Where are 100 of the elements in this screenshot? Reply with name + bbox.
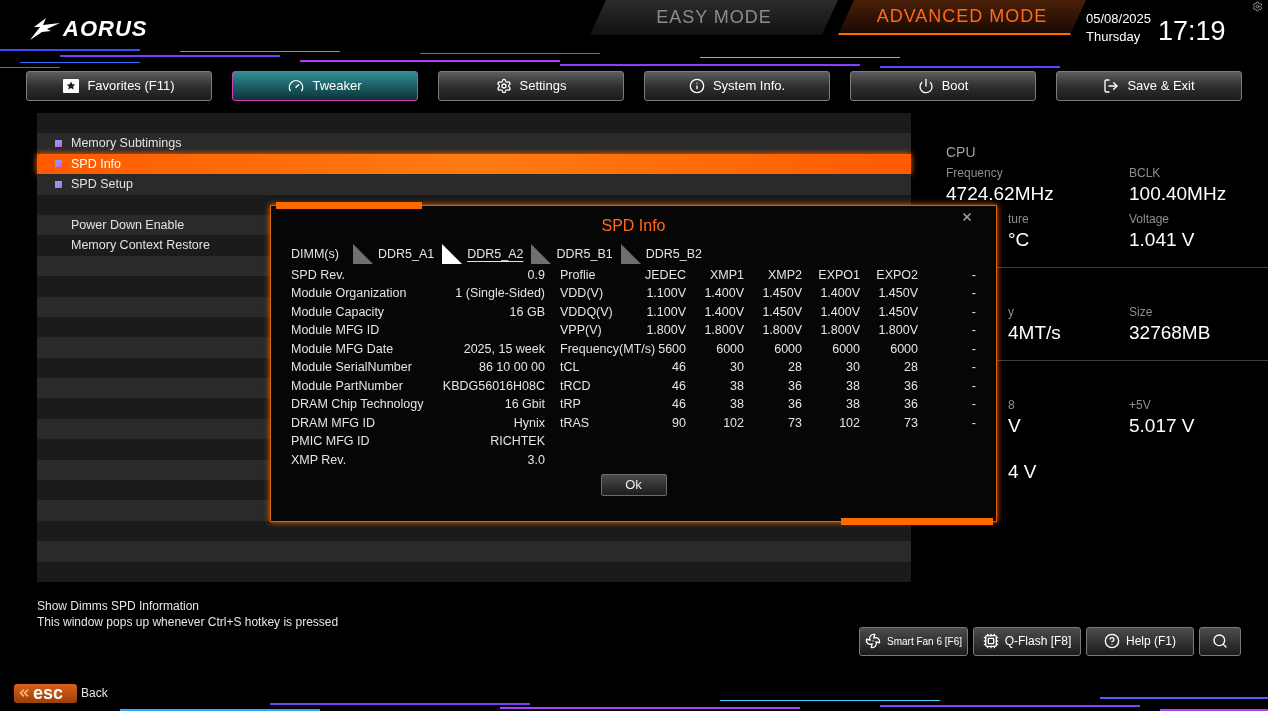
profile-column-header: XMP1 bbox=[709, 266, 744, 284]
monitor-label: Size bbox=[1129, 304, 1153, 320]
settings-icon[interactable] bbox=[1252, 1, 1263, 12]
back-label: Back bbox=[81, 685, 108, 703]
dimm-tab[interactable]: DDR5_A1 bbox=[352, 244, 435, 264]
spec-label: SPD Rev. bbox=[291, 266, 345, 284]
gauge-icon bbox=[288, 78, 305, 94]
profile-value: - bbox=[971, 396, 976, 414]
clock-time: 17:19 bbox=[1158, 16, 1226, 46]
logo-text: AORUS bbox=[63, 18, 148, 40]
spec-label: Module SerialNumber bbox=[291, 359, 412, 377]
mode-tab[interactable]: ADVANCED MODE bbox=[838, 0, 1086, 35]
profile-value: 1.100V bbox=[646, 303, 686, 321]
submenu-item[interactable]: Memory Subtimings bbox=[37, 133, 911, 154]
profile-value: 102 bbox=[839, 414, 860, 432]
spec-label: Module Organization bbox=[291, 285, 407, 303]
bullet-icon bbox=[55, 180, 62, 188]
toolbar-button[interactable]: Q-Flash [F8] bbox=[973, 627, 1081, 656]
close-icon[interactable] bbox=[961, 211, 973, 223]
toolbar-button[interactable]: Smart Fan 6 [F6] bbox=[859, 627, 968, 656]
monitor-label: 8 bbox=[1008, 397, 1015, 413]
profile-value: - bbox=[971, 285, 976, 303]
profile-value: 1.450V bbox=[878, 285, 918, 303]
profile-value: 1.800V bbox=[820, 322, 860, 340]
spec-value: 3.0 bbox=[527, 451, 545, 469]
weekday-text: Thursday bbox=[1086, 28, 1141, 46]
profile-value: 28 bbox=[904, 359, 918, 377]
profile-value: 102 bbox=[723, 414, 744, 432]
monitor-label: BCLK bbox=[1129, 165, 1161, 181]
tab[interactable]: Settings bbox=[438, 71, 624, 101]
tab[interactable]: Tweaker bbox=[232, 71, 418, 101]
date-text: 05/08/2025 bbox=[1086, 10, 1152, 28]
submenu-item[interactable]: SPD Setup bbox=[37, 174, 911, 195]
profile-value: 1.450V bbox=[762, 285, 802, 303]
profile-value: 1.450V bbox=[878, 303, 918, 321]
tab[interactable]: Favorites (F11) bbox=[26, 71, 212, 101]
spec-label: XMP Rev. bbox=[291, 451, 347, 469]
profile-value: 1.800V bbox=[878, 322, 918, 340]
profile-value: 6000 bbox=[716, 340, 744, 358]
profile-row-label: VDDQ(V) bbox=[560, 303, 613, 321]
profile-value: 30 bbox=[730, 359, 744, 377]
profile-value: 38 bbox=[730, 377, 744, 395]
toolbar-button[interactable]: Help (F1) bbox=[1086, 627, 1194, 656]
profile-value: 6000 bbox=[890, 340, 918, 358]
dimm-tab[interactable]: DDR5_B2 bbox=[620, 244, 703, 264]
spec-label: PMIC MFG ID bbox=[291, 433, 370, 451]
monitor-value: 1.041 V bbox=[1129, 229, 1195, 251]
mode-tab[interactable]: EASY MODE bbox=[590, 0, 838, 35]
spec-value: 1 (Single-Sided) bbox=[455, 285, 545, 303]
search-icon bbox=[1212, 633, 1228, 650]
monitor-value: 32768MB bbox=[1129, 322, 1211, 344]
spec-value: Hynix bbox=[513, 414, 545, 432]
profile-value: - bbox=[971, 340, 976, 358]
bullet-icon bbox=[55, 140, 62, 148]
profile-value: 38 bbox=[730, 396, 744, 414]
profile-column-header: - bbox=[971, 266, 976, 284]
profile-row-label: tCL bbox=[560, 359, 580, 377]
spec-label: DRAM MFG ID bbox=[291, 414, 376, 432]
spec-value: 2025, 15 week bbox=[463, 340, 545, 358]
help-icon bbox=[1104, 633, 1120, 650]
setting-item[interactable]: Memory Context Restore bbox=[37, 235, 270, 256]
monitor-value: 5.017 V bbox=[1129, 415, 1195, 437]
spec-value: 16 GB bbox=[509, 303, 545, 321]
profile-value: 90 bbox=[672, 414, 686, 432]
profile-row-label: VPP(V) bbox=[560, 322, 602, 340]
monitor-label: ture bbox=[1008, 211, 1029, 227]
monitor-section-title: CPU bbox=[946, 143, 976, 161]
help-text: This window pops up whenever Ctrl+S hotkey is pressed bbox=[37, 614, 339, 630]
profile-value: 1.400V bbox=[704, 303, 744, 321]
bird-logo-icon bbox=[30, 18, 60, 40]
profile-column-header: EXPO1 bbox=[818, 266, 860, 284]
profile-value: 73 bbox=[904, 414, 918, 432]
profile-value: 38 bbox=[846, 377, 860, 395]
dimm-tab[interactable]: DDR5_B1 bbox=[531, 244, 613, 264]
profile-value: 36 bbox=[788, 377, 802, 395]
profile-row-label: tRAS bbox=[560, 414, 590, 432]
setting-item[interactable]: Power Down Enable bbox=[37, 214, 270, 236]
tab[interactable]: System Info. bbox=[644, 71, 830, 101]
spec-value: KBDG56016H08C bbox=[442, 377, 545, 395]
tab[interactable]: Boot bbox=[850, 71, 1036, 101]
profile-value: 1.800V bbox=[646, 322, 686, 340]
profile-value: 1.450V bbox=[762, 303, 802, 321]
profile-value: 1.400V bbox=[820, 285, 860, 303]
bullet-icon bbox=[55, 160, 62, 168]
ok-button[interactable]: Ok bbox=[600, 473, 667, 496]
dialog-title: SPD Info bbox=[601, 216, 666, 236]
dimm-tab[interactable]: DDR5_A2 bbox=[442, 244, 524, 264]
profile-column-header: Proflie bbox=[560, 266, 596, 284]
fan-icon bbox=[865, 633, 881, 650]
profile-value: 36 bbox=[904, 396, 918, 414]
esc-key[interactable]: esc bbox=[14, 684, 77, 703]
power-icon bbox=[917, 78, 934, 94]
tab[interactable]: Save & Exit bbox=[1056, 71, 1242, 101]
search-button[interactable] bbox=[1199, 627, 1241, 656]
profile-value: 73 bbox=[788, 414, 802, 432]
spec-value: 86 10 00 00 bbox=[478, 359, 545, 377]
monitor-label: Voltage bbox=[1129, 211, 1170, 227]
triangle-icon bbox=[352, 244, 373, 264]
profile-row-label: Frequency(MT/s) bbox=[560, 340, 656, 358]
profile-row-label: VDD(V) bbox=[560, 285, 604, 303]
